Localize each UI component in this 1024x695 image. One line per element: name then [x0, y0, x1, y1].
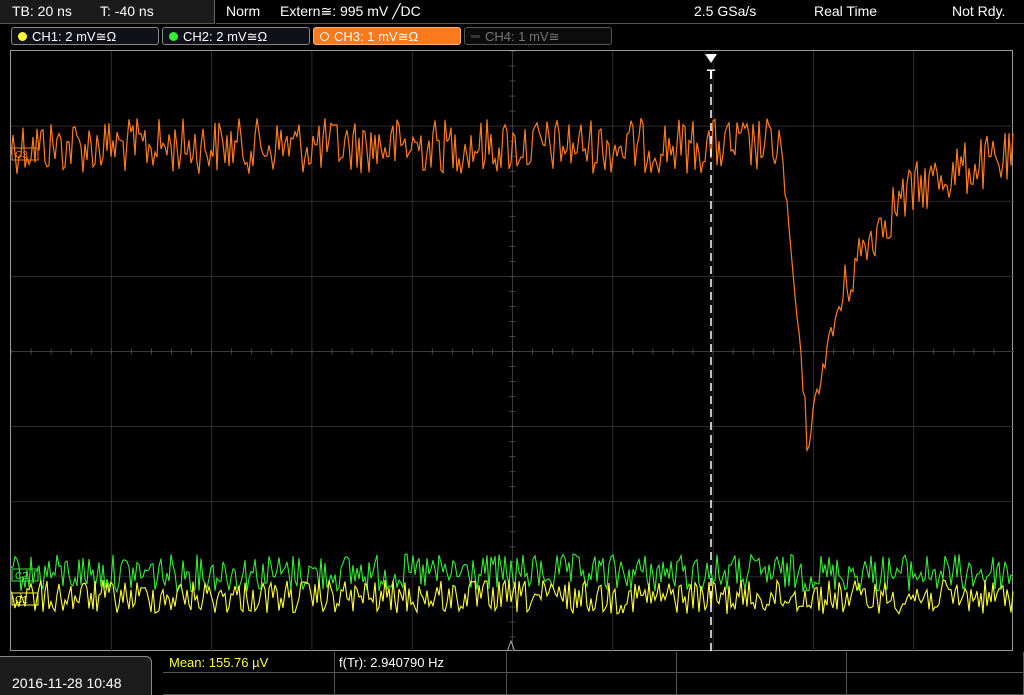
measurement-table: Mean: 155.76 µV f(Tr): 2.940790 Hz: [163, 652, 1024, 695]
trigger-marker-label: T: [707, 66, 716, 82]
measurement-mean-value: Mean: 155.76 µV: [169, 655, 269, 670]
status-bar: TB: 20 ns T: -40 ns Norm Extern≅: 995 mV…: [0, 0, 1024, 24]
datetime-panel: 2016-11-28 10:48: [0, 656, 152, 695]
ch4-off-icon: [471, 35, 480, 38]
ch1-ref-label: C1: [15, 595, 28, 606]
measurement-slot[interactable]: [335, 673, 507, 695]
measurement-slot[interactable]: [677, 673, 847, 695]
timebase-panel[interactable]: TB: 20 ns T: -40 ns: [0, 0, 215, 24]
measurement-slot[interactable]: [163, 673, 335, 695]
acquisition-strip: Norm Extern≅: 995 mV ╱DC 2.5 GSa/s Real …: [216, 0, 1024, 24]
graticule-svg: T C3 C2 C1: [11, 51, 1014, 652]
ch1-color-icon: [18, 32, 27, 41]
channel-tab-label: CH4: 1 mV≅: [485, 29, 560, 44]
acquisition-mode[interactable]: Real Time: [814, 3, 877, 19]
trigger-mode[interactable]: Norm: [226, 3, 260, 19]
channel-tab-label: CH2: 2 mV≅Ω: [183, 29, 268, 44]
measurement-slot[interactable]: [507, 652, 677, 673]
measurement-slot[interactable]: [507, 673, 677, 695]
measurement-mean[interactable]: Mean: 155.76 µV: [163, 652, 335, 673]
measurement-frequency-value: f(Tr): 2.940790 Hz: [339, 655, 445, 670]
trigger-marker-icon: [705, 54, 717, 63]
ch3-color-icon: [320, 32, 329, 41]
ch2-color-icon: [169, 32, 178, 41]
measurement-slot[interactable]: [847, 652, 1024, 673]
measurement-slot[interactable]: [847, 673, 1024, 695]
acquisition-status: Not Rdy.: [952, 3, 1006, 19]
trigger-source[interactable]: Extern≅: 995 mV ╱DC: [280, 3, 421, 20]
measurement-frequency[interactable]: f(Tr): 2.940790 Hz: [335, 652, 507, 673]
datetime-readout: 2016-11-28 10:48: [12, 675, 122, 691]
channel-tab-ch4[interactable]: CH4: 1 mV≅: [464, 27, 612, 45]
waveform-display[interactable]: T C3 C2 C1: [10, 50, 1014, 652]
channel-tab-label: CH1: 2 mV≅Ω: [32, 29, 117, 44]
channel-tab-ch2[interactable]: CH2: 2 mV≅Ω: [162, 27, 310, 45]
trigger-time-readout[interactable]: T: -40 ns: [100, 3, 154, 19]
channel-tab-ch1[interactable]: CH1: 2 mV≅Ω: [11, 27, 159, 45]
ch3-ref-label: C3: [15, 150, 28, 161]
ch2-ref-label: C2: [15, 571, 28, 582]
channel-tab-ch3[interactable]: CH3: 1 mV≅Ω: [313, 27, 461, 45]
timebase-readout[interactable]: TB: 20 ns: [12, 3, 72, 19]
channel-tab-label: CH3: 1 mV≅Ω: [334, 29, 419, 44]
measurement-slot[interactable]: [677, 652, 847, 673]
sample-rate[interactable]: 2.5 GSa/s: [694, 3, 756, 19]
channel-tabs: CH1: 2 mV≅Ω CH2: 2 mV≅Ω CH3: 1 mV≅Ω CH4:…: [0, 25, 1024, 48]
